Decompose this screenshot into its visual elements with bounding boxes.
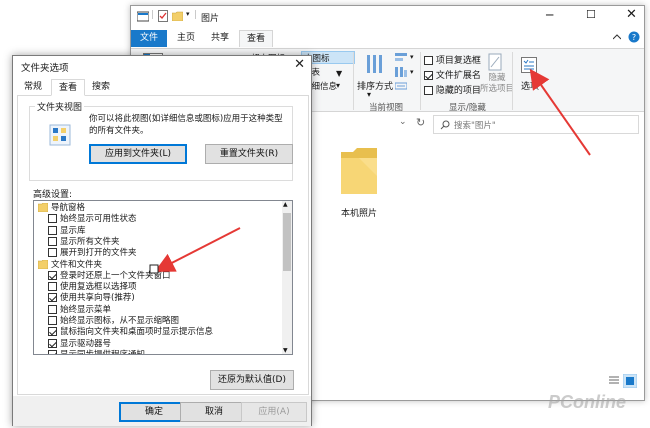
watermark: PConline	[548, 392, 627, 412]
arrow-to-restore-option	[154, 227, 241, 272]
tab-view-options[interactable]: 查看	[51, 79, 85, 96]
text-cursor-mark	[149, 264, 159, 274]
annotation-arrow-layer	[149, 227, 241, 274]
